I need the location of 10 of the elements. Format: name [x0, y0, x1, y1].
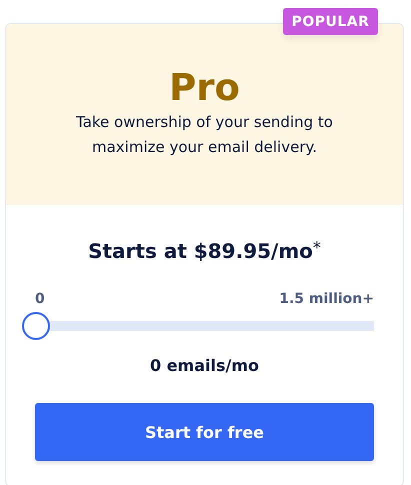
price-text: Starts at $89.95/mo [88, 238, 313, 264]
popular-badge: POPULAR [283, 8, 378, 35]
slider-thumb[interactable] [22, 312, 50, 340]
footnote-mark: * [312, 238, 321, 258]
slider-min-label: 0 [35, 290, 45, 308]
email-volume: 0 emails/mo [148, 356, 260, 376]
start-button[interactable]: Start for free [35, 403, 374, 461]
slider-max-label: 1.5 million+ [279, 290, 374, 308]
plan-description: Take ownership of your sending to maximize your email delivery. [75, 112, 334, 158]
plan-name: Pro [169, 66, 240, 110]
